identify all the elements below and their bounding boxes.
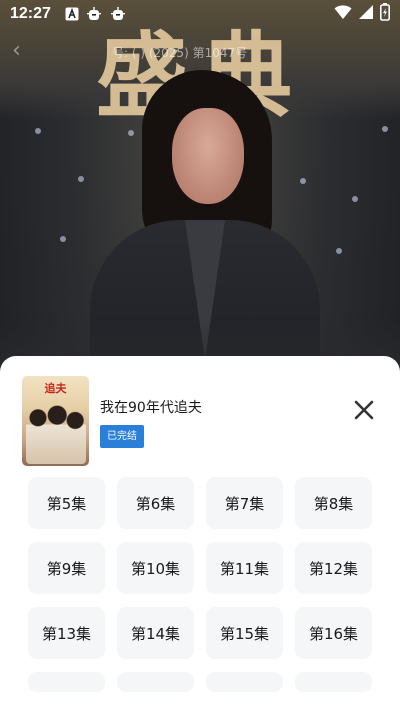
a-app-icon <box>65 7 79 21</box>
episode-button[interactable]: 第9集 <box>28 542 105 594</box>
episode-button[interactable]: 第15集 <box>206 607 283 659</box>
stage-light <box>382 126 388 132</box>
episode-button[interactable]: 第13集 <box>28 607 105 659</box>
episode-button[interactable]: 第14集 <box>117 607 194 659</box>
episode-button-partial[interactable] <box>117 672 194 692</box>
stage-light <box>352 196 358 202</box>
stage-light <box>336 248 342 254</box>
sheet-header: 追夫 我在90年代追夫 已完结 <box>22 376 382 468</box>
stage-light <box>78 176 84 182</box>
episode-button-partial[interactable] <box>206 672 283 692</box>
episode-button-partial[interactable] <box>295 672 372 692</box>
status-badge: 已完结 <box>100 425 144 448</box>
person-face <box>172 108 244 204</box>
episode-button[interactable]: 第12集 <box>295 542 372 594</box>
status-bar: 12:27 <box>0 0 400 28</box>
battery-charging-icon <box>380 3 390 25</box>
bug-icon <box>109 5 127 23</box>
status-right <box>334 3 390 25</box>
license-watermark: 号: ( ) (2025) 第1047号 <box>112 46 248 60</box>
stage-light <box>60 236 66 242</box>
bug-icon <box>85 5 103 23</box>
episode-button[interactable]: 第7集 <box>206 477 283 529</box>
episode-button-partial[interactable] <box>28 672 105 692</box>
episode-button[interactable]: 第11集 <box>206 542 283 594</box>
episode-button[interactable]: 第5集 <box>28 477 105 529</box>
episode-button[interactable]: 第6集 <box>117 477 194 529</box>
episode-button[interactable]: 第8集 <box>295 477 372 529</box>
stage-light <box>35 128 41 134</box>
episode-button[interactable]: 第16集 <box>295 607 372 659</box>
status-time: 12:27 <box>10 5 51 22</box>
signal-icon <box>358 4 374 24</box>
episode-grid: 第5集 第6集 第7集 第8集 第9集 第10集 第11集 第12集 第13集 … <box>28 477 373 692</box>
close-button[interactable] <box>352 398 376 422</box>
drama-cover: 追夫 <box>22 376 89 466</box>
wifi-icon <box>334 4 352 24</box>
episode-button[interactable]: 第10集 <box>117 542 194 594</box>
close-icon <box>354 400 374 420</box>
cover-people-image <box>26 398 86 464</box>
episode-sheet: 追夫 我在90年代追夫 已完结 第5集 第6集 第7集 第8集 第9集 第10集… <box>0 356 400 711</box>
back-icon[interactable]: ‹ <box>12 40 34 62</box>
drama-title: 我在90年代追夫 <box>100 400 202 416</box>
cover-title: 追夫 <box>44 382 67 395</box>
